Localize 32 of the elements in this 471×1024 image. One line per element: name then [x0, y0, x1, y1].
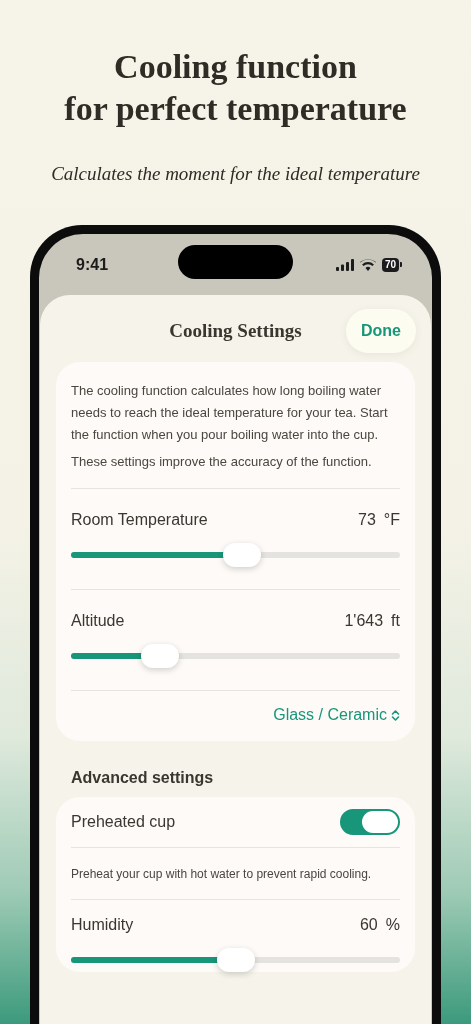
slider-track[interactable]: [71, 644, 400, 668]
done-button[interactable]: Done: [346, 309, 416, 353]
setting-value: 1'643: [344, 612, 384, 630]
hint-text: Preheat your cup with hot water to prevent rapid cooling.: [71, 866, 373, 883]
setting-value: 73: [358, 511, 376, 529]
section-heading: Advanced settings: [70, 768, 215, 788]
material-picker[interactable]: Glass / Ceramic: [273, 706, 400, 724]
sheet-title: Cooling Settings: [169, 320, 302, 342]
description-text: The cooling function calculates how long boiling water needs to reach the ideal temperature for your tea. Start the function when you pour boiling water into the cup.: [71, 382, 389, 444]
setting-label: Altitude: [71, 612, 125, 630]
signal-icon: [335, 258, 354, 271]
unit-label: %: [385, 916, 400, 934]
slider-track[interactable]: [71, 948, 400, 972]
setting-value: 60: [359, 916, 378, 934]
setting-label: Preheated cup: [71, 813, 176, 831]
wifi-icon: [359, 258, 376, 271]
headline: Cooling function: [114, 47, 357, 87]
toggle-switch[interactable]: [340, 809, 400, 835]
slider-thumb[interactable]: [223, 543, 262, 567]
description-text: These settings improve the accuracy of the function.: [71, 453, 373, 471]
chevron-up-down-icon: [391, 708, 400, 722]
battery-icon: 70: [381, 257, 402, 272]
slider-thumb[interactable]: [140, 644, 179, 668]
subtitle: Calculates the moment for the ideal temperature: [51, 163, 420, 185]
unit-label: °F: [383, 511, 400, 529]
slider-track[interactable]: [71, 543, 400, 567]
slider-thumb[interactable]: [216, 948, 255, 972]
setting-label: Humidity: [71, 916, 134, 934]
unit-label: ft: [391, 612, 400, 630]
headline: for perfect temperature: [64, 89, 407, 129]
status-time: 9:41: [76, 255, 109, 274]
setting-label: Room Temperature: [71, 511, 208, 529]
